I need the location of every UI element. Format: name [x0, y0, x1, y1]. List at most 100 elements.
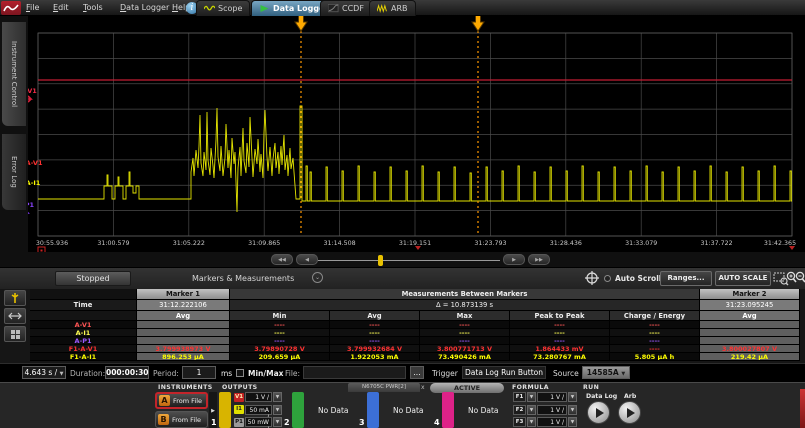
scroll-rewind-button[interactable]: ◀◀ [271, 254, 293, 265]
data-log-label: Data Log [586, 393, 617, 400]
minmax-checkbox[interactable] [236, 369, 244, 377]
f3-select-dropdown[interactable]: ▼ [527, 417, 536, 427]
cell-a-p1-max: ---- [420, 337, 510, 345]
cell-a-i1-max: ---- [420, 329, 510, 337]
scroll-forward-button[interactable]: ▶ [503, 254, 525, 265]
f2-select-dropdown[interactable]: ▼ [527, 405, 536, 415]
channel-2-bar[interactable] [292, 392, 304, 428]
period-label: Period: [153, 369, 179, 378]
formula-f3-row: F3▼1 V /▼ [513, 417, 577, 427]
timescale-dropdown[interactable]: 4.643 s / ▼ [22, 366, 66, 379]
cell-a-i1-min: ---- [230, 329, 330, 337]
scroll-back-button[interactable]: ◀ [296, 254, 318, 265]
channel-3-bar[interactable] [367, 392, 379, 428]
instrument-a-from-file[interactable]: AFrom File [155, 392, 208, 409]
tools-wrench-icon[interactable] [4, 290, 26, 306]
arb-play-button[interactable] [618, 401, 641, 424]
formula-f2-row: F2▼1 V /▼ [513, 405, 577, 415]
x-tick-label: 31:00.579 [97, 240, 129, 247]
v1-range-value[interactable]: 1 V / [245, 392, 272, 402]
cell-a-p1-charge: ---- [610, 337, 700, 345]
auto-scale-button[interactable]: AUTO SCALE [715, 271, 771, 286]
panel-collapse-button[interactable]: ⌄ [312, 272, 323, 283]
tab-arb[interactable]: ARB [369, 0, 416, 16]
channel-marker-arrow-a-v1[interactable] [28, 96, 31, 102]
p1-range-dropdown[interactable]: ▼ [273, 417, 282, 427]
f2-badge[interactable]: F2 [513, 405, 526, 415]
f1-badge[interactable]: F1 [513, 392, 526, 402]
menu-data-logger[interactable]: Data Logger [120, 3, 169, 12]
cell-f1-a-i1-min: 209.659 µA [230, 353, 330, 361]
tab-scope[interactable]: Scope [196, 0, 250, 16]
data-log-play-button[interactable] [587, 401, 610, 424]
arb-label: Arb [624, 393, 636, 400]
grid-lines [38, 33, 792, 236]
sidebar-tab-error-log[interactable]: Error Log [2, 134, 26, 210]
stat-header-charge-energy: Charge / Energy [610, 311, 700, 321]
instrument-tab-close-icon[interactable]: x [421, 384, 425, 391]
status-stopped-button[interactable]: Stopped [55, 271, 131, 286]
f3-range-value[interactable]: 1 V / [537, 417, 567, 427]
f3-range-dropdown[interactable]: ▼ [568, 417, 577, 427]
row-label-a-v1: A-V1 [30, 321, 137, 329]
from-file-label: From File [172, 416, 201, 424]
cell-f1-a-i1-m2: 219.42 µA [700, 353, 800, 361]
file-browse-button[interactable]: ... [410, 366, 424, 379]
f3-badge[interactable]: F3 [513, 417, 526, 427]
f2-range-value[interactable]: 1 V / [537, 405, 567, 415]
menu-edit[interactable]: Edit [53, 3, 69, 12]
strip-chart[interactable]: A-V1F1-A-V1F1-A-I1A-P130:55.93631:00.579… [28, 16, 805, 255]
keysight-logo [1, 1, 21, 15]
menu-file[interactable]: File [26, 3, 39, 12]
file-input[interactable] [303, 366, 406, 379]
instrument-b-from-file[interactable]: BFrom File [155, 411, 208, 428]
tab-label: Scope [218, 4, 242, 13]
auto-scroll-checkbox[interactable] [604, 275, 611, 282]
minmax-label: Min/Max [248, 369, 283, 378]
instrument-tab[interactable]: N6705C PWR[2] [348, 383, 420, 392]
trigger-dropdown[interactable]: Data Log Run Button ▼ [462, 366, 546, 379]
cell-f1-a-v1-avg: 3.799932684 V [330, 345, 420, 353]
cell-a-i1-charge: ---- [610, 329, 700, 337]
f2-range-dropdown[interactable]: ▼ [568, 405, 577, 415]
chart-canvas[interactable]: A-V1F1-A-V1F1-A-I1A-P130:55.93631:00.579… [28, 16, 805, 255]
channel-2-number: 2 [284, 418, 290, 427]
marker-crosshair-icon[interactable] [585, 271, 599, 285]
output-i1-row: I150 mA /▼ [234, 405, 282, 415]
scroll-ffwd-button[interactable]: ▶▶ [528, 254, 550, 265]
sidebar-tab-instrument-control[interactable]: Instrument Control [2, 22, 26, 126]
channel-4-no-data: No Data [468, 406, 499, 415]
marker-arrow-1[interactable] [295, 16, 307, 31]
channel-3-number: 3 [359, 418, 365, 427]
measurements-table: Marker 1Measurements Between MarkersMark… [0, 289, 805, 363]
marker-arrow-2[interactable] [472, 16, 484, 31]
formula-f1-row: F1▼1 V /▼ [513, 392, 577, 402]
f1-select-dropdown[interactable]: ▼ [527, 392, 536, 402]
duration-label: Duration: [70, 369, 105, 378]
zoom-out-icon[interactable] [795, 271, 805, 286]
source-dropdown[interactable]: 14585A ▼ [582, 366, 630, 379]
cell-a-p1-min: ---- [230, 337, 330, 345]
markers-icon[interactable] [4, 308, 26, 324]
p1-range-value[interactable]: 50 mW / [245, 417, 272, 427]
scroll-thumb[interactable] [378, 255, 383, 266]
period-value[interactable]: 1 [182, 366, 216, 379]
channel-4-bar[interactable] [442, 392, 454, 428]
channel-1-number: 1 [211, 418, 217, 427]
datalog-settings-bar: 4.643 s / ▼ Duration: 000:00:30 Period: … [0, 363, 805, 382]
f1-range-dropdown[interactable]: ▼ [568, 392, 577, 402]
i1-range-dropdown[interactable]: ▼ [273, 405, 282, 415]
grid-view-icon[interactable] [4, 326, 26, 342]
f1-range-value[interactable]: 1 V / [537, 392, 567, 402]
measurement-toolbar: Stopped Markers & Measurements ⌄ Auto Sc… [0, 267, 805, 289]
ranges-button[interactable]: Ranges... [660, 271, 712, 286]
scroll-track[interactable] [318, 260, 500, 261]
tab-ccdf[interactable]: CCDF [320, 0, 372, 16]
menu-tools[interactable]: Tools [83, 3, 103, 12]
i1-range-value[interactable]: 50 mA / [245, 405, 272, 415]
active-toggle-button[interactable]: ACTIVE [430, 383, 504, 393]
channel-1-bar[interactable] [219, 392, 231, 428]
cell-f1-a-v1-ptp: 1.864433 mV [510, 345, 610, 353]
duration-value[interactable]: 000:00:30 [105, 366, 149, 379]
v1-range-dropdown[interactable]: ▼ [273, 392, 282, 402]
